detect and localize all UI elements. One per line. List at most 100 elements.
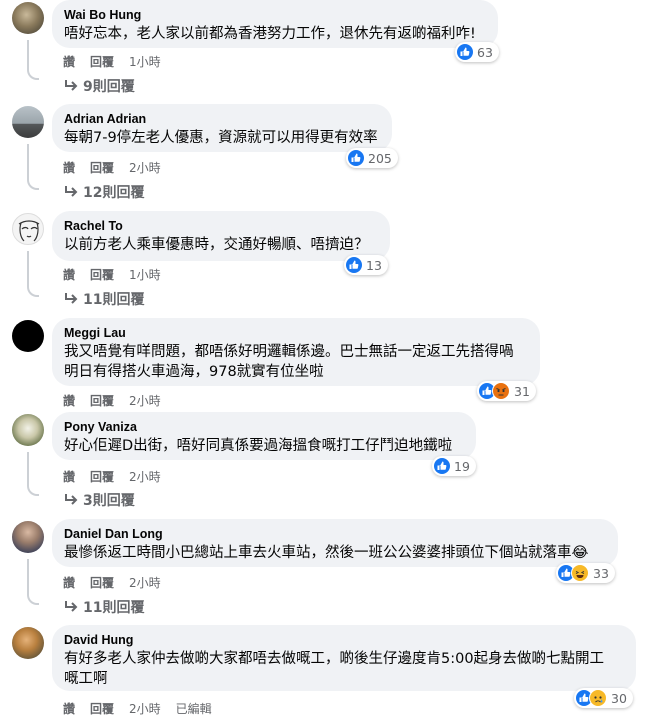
comment-bubble: David Hung 有好多老人家仲去做啲大家都唔去做嘅工，啲後生仔邊度肯5:0… [52, 625, 636, 691]
comment: David Hung 有好多老人家仲去做啲大家都唔去做嘅工，啲後生仔邊度肯5:0… [0, 625, 668, 728]
comment-text-line: 明日有得搭火車過海，978就實有位坐啦 [64, 364, 324, 380]
comment-actions: 讚 回覆 2小時 [63, 468, 161, 485]
comment-time[interactable]: 2小時 [129, 392, 161, 409]
comment: Rachel To 以前方老人乘車優惠時，交通好暢順、唔擠迫？ 13 讚 回覆 … [0, 211, 668, 317]
comment-time[interactable]: 1小時 [129, 266, 161, 283]
reply-button[interactable]: 回覆 [90, 159, 114, 176]
comment-actions: 讚 回覆 2小時 已編輯 [63, 700, 212, 717]
view-replies-button[interactable]: 3則回覆 [63, 490, 135, 510]
view-replies-button[interactable]: 11則回覆 [63, 289, 144, 309]
reaction-count: 31 [514, 383, 530, 399]
replies-count: 11則回覆 [83, 600, 145, 616]
avatar[interactable] [12, 627, 44, 659]
comment-actions: 讚 回覆 2小時 [63, 392, 161, 409]
like-button[interactable]: 讚 [63, 392, 75, 409]
reaction-summary[interactable]: 205 [346, 148, 398, 168]
view-replies-button[interactable]: 11則回覆 [63, 597, 144, 617]
reply-button[interactable]: 回覆 [90, 266, 114, 283]
reply-arrow-icon [65, 80, 78, 91]
like-button[interactable]: 讚 [63, 159, 75, 176]
thread-line [27, 251, 39, 297]
replies-count: 12則回覆 [83, 185, 145, 201]
comment-author[interactable]: Wai Bo Hung [64, 7, 486, 23]
reaction-summary[interactable]: 33 [556, 563, 615, 583]
reply-button[interactable]: 回覆 [90, 700, 114, 717]
thread-line [27, 559, 39, 605]
reply-arrow-icon [65, 293, 78, 304]
comment-time[interactable]: 2小時 [129, 159, 161, 176]
reaction-count: 33 [593, 565, 609, 581]
comment-time[interactable]: 2小時 [129, 468, 161, 485]
like-icon [434, 458, 450, 474]
comment-author[interactable]: Adrian Adrian [64, 111, 380, 127]
reaction-summary[interactable]: 19 [432, 456, 476, 476]
avatar[interactable] [12, 213, 44, 245]
reaction-summary[interactable]: 30 [574, 688, 633, 708]
view-replies-button[interactable]: 9則回覆 [63, 76, 135, 96]
comment-time[interactable]: 1小時 [129, 53, 161, 70]
avatar[interactable] [12, 2, 44, 34]
comment: Pony Vaniza 好心佢遲D出街，唔好同真係要過海搵食嘅打工仔鬥迫地鐵啦 … [0, 412, 668, 518]
avatar[interactable] [12, 521, 44, 553]
comment-bubble: Wai Bo Hung 唔好忘本，老人家以前都為香港努力工作，退休先有返啲福利咋… [52, 0, 498, 48]
comment-text: 有好多老人家仲去做啲大家都唔去做嘅工，啲後生仔邊度肯5:00起身去做啲七點開工 [64, 651, 605, 667]
replies-count: 11則回覆 [83, 292, 145, 308]
reaction-summary[interactable]: 13 [344, 255, 388, 275]
like-button[interactable]: 讚 [63, 574, 75, 591]
comment-text: 最慘係返工時間小巴總站上車去火車站，然後一班公公婆婆排頭位下個站就落車😂 [64, 545, 589, 561]
reply-arrow-icon [65, 494, 78, 505]
like-button[interactable]: 讚 [63, 53, 75, 70]
comment-text: 唔好忘本，老人家以前都為香港努力工作，退休先有返啲福利咋! [64, 26, 476, 42]
angry-icon [492, 382, 510, 400]
comment-bubble: Daniel Dan Long 最慘係返工時間小巴總站上車去火車站，然後一班公公… [52, 519, 618, 567]
comment: Wai Bo Hung 唔好忘本，老人家以前都為香港努力工作，退休先有返啲福利咋… [0, 0, 668, 106]
comment-author[interactable]: Pony Vaniza [64, 419, 464, 435]
reaction-summary[interactable]: 63 [455, 42, 499, 62]
reaction-count: 13 [366, 257, 382, 273]
comment-author[interactable]: Rachel To [64, 218, 378, 234]
comment-actions: 讚 回覆 1小時 [63, 266, 161, 283]
reply-arrow-icon [65, 186, 78, 197]
comment-author[interactable]: Daniel Dan Long [64, 526, 606, 542]
reaction-count: 19 [454, 458, 470, 474]
comment-text: 每朝7-9停左老人優惠，資源就可以用得更有效率 [64, 130, 378, 146]
sad-icon [589, 689, 607, 707]
comment-author[interactable]: David Hung [64, 632, 624, 648]
comment-actions: 讚 回覆 2小時 [63, 159, 161, 176]
avatar-drawing-icon [18, 220, 40, 242]
comment-bubble: Meggi Lau 我又唔覺有咩問題，都唔係好明邏輯係邊。巴士無話一定返工先搭得… [52, 318, 540, 386]
avatar[interactable] [12, 106, 44, 138]
reply-button[interactable]: 回覆 [90, 392, 114, 409]
reaction-count: 63 [477, 44, 493, 60]
like-icon [346, 257, 362, 273]
comment-text: 以前方老人乘車優惠時，交通好暢順、唔擠迫？ [64, 237, 369, 253]
thread-line [27, 40, 39, 80]
comment-author[interactable]: Meggi Lau [64, 325, 528, 341]
replies-count: 3則回覆 [83, 493, 135, 509]
reply-button[interactable]: 回覆 [90, 574, 114, 591]
reply-button[interactable]: 回覆 [90, 468, 114, 485]
thread-line [27, 452, 39, 496]
comment-time[interactable]: 2小時 [129, 574, 161, 591]
edited-label: 已編輯 [175, 702, 212, 716]
reaction-count: 30 [611, 690, 627, 706]
comment-bubble: Adrian Adrian 每朝7-9停左老人優惠，資源就可以用得更有效率 [52, 104, 392, 152]
avatar[interactable] [12, 320, 44, 352]
reaction-summary[interactable]: 31 [477, 381, 536, 401]
view-replies-button[interactable]: 12則回覆 [63, 182, 144, 202]
like-button[interactable]: 讚 [63, 468, 75, 485]
comment-text: 我又唔覺有咩問題，都唔係好明邏輯係邊。巴士無話一定返工先搭得喎 [64, 344, 514, 360]
reply-button[interactable]: 回覆 [90, 53, 114, 70]
reaction-count: 205 [368, 150, 392, 166]
comment-bubble: Rachel To 以前方老人乘車優惠時，交通好暢順、唔擠迫？ [52, 211, 390, 261]
comment-text: 好心佢遲D出街，唔好同真係要過海搵食嘅打工仔鬥迫地鐵啦 [64, 438, 453, 454]
avatar[interactable] [12, 414, 44, 446]
comment: Meggi Lau 我又唔覺有咩問題，都唔係好明邏輯係邊。巴士無話一定返工先搭得… [0, 318, 668, 424]
thread-line [27, 144, 39, 190]
comment: Daniel Dan Long 最慘係返工時間小巴總站上車去火車站，然後一班公公… [0, 519, 668, 625]
comment-time[interactable]: 2小時 [129, 700, 161, 717]
comment-text-line: 嘅工啊 [64, 671, 108, 687]
replies-count: 9則回覆 [83, 79, 135, 95]
like-button[interactable]: 讚 [63, 266, 75, 283]
like-button[interactable]: 讚 [63, 700, 75, 717]
